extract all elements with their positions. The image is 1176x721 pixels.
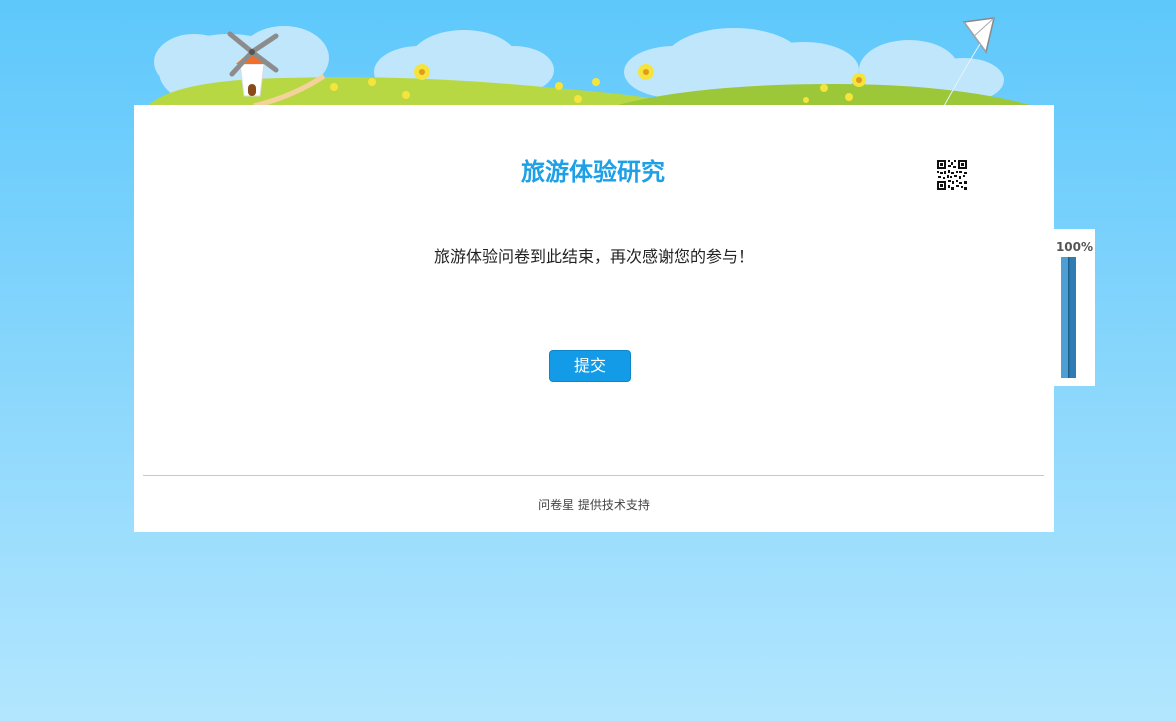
progress-bar-fill: [1061, 257, 1076, 378]
page-title: 旅游体验研究: [521, 158, 665, 186]
footer-support-text: 提供技术支持: [577, 498, 650, 512]
footer-credit: 问卷星 提供技术支持: [134, 496, 1054, 514]
submit-button[interactable]: 提交: [549, 350, 631, 382]
footer-divider: [143, 475, 1044, 476]
progress-bar: [1061, 257, 1076, 378]
progress-percent: 100%: [1055, 240, 1094, 254]
progress-panel: 100%: [1054, 229, 1095, 386]
footer-brand-link[interactable]: 问卷星: [538, 498, 574, 512]
end-message: 旅游体验问卷到此结束，再次感谢您的参与！: [433, 247, 754, 266]
qr-code-icon[interactable]: [937, 160, 967, 190]
survey-card: 旅游体验研究 旅游体验问卷到此结束，再次感谢您的参与！ 提交 问卷星 提供技术支…: [134, 105, 1054, 532]
header-banner: [148, 17, 1034, 106]
